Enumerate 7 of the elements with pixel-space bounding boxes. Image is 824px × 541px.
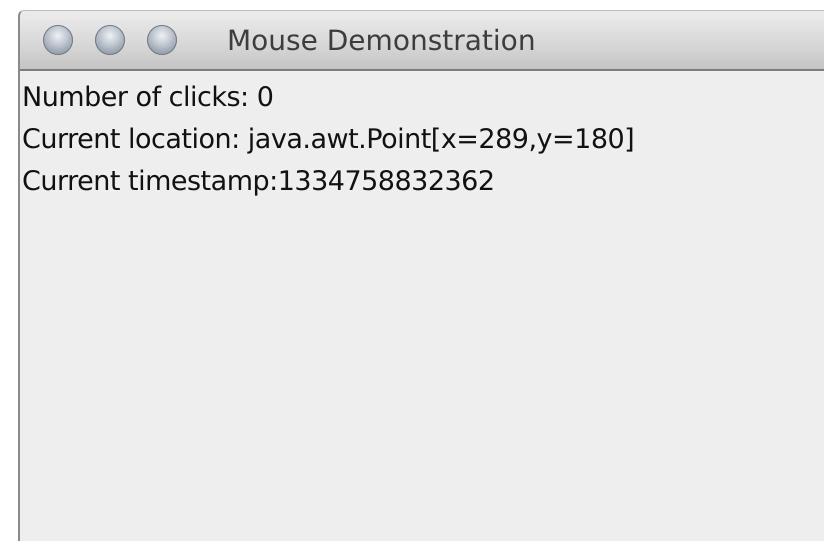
status-text: Number of clicks: 0 (22, 81, 274, 115)
minimize-button[interactable] (95, 25, 125, 55)
window-title: Mouse Demonstration (227, 24, 536, 56)
status-text: Current location: java.awt.Point[x=289,y=180] (22, 123, 636, 157)
status-text: Current timestamp:1334758832362 (22, 165, 496, 199)
close-button[interactable] (43, 25, 73, 55)
zoom-button[interactable] (147, 25, 177, 55)
